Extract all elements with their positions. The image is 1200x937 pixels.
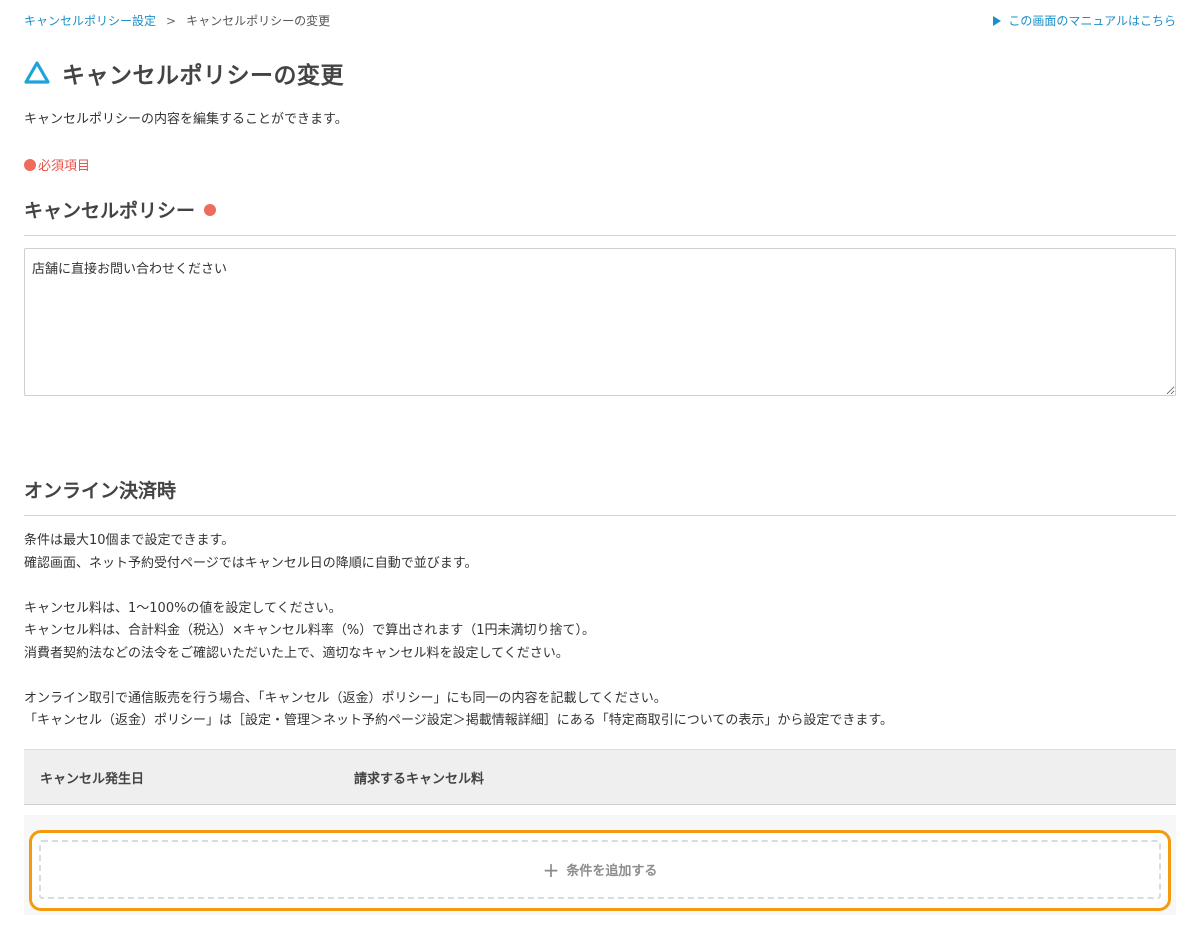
required-dot-icon — [24, 158, 36, 171]
manual-link-label: この画面のマニュアルはこちら — [1008, 14, 1176, 28]
column-header-cancel-fee: 請求するキャンセル料 — [354, 771, 485, 787]
page-title-row: キャンセルポリシーの変更 — [24, 56, 344, 90]
breadcrumb-separator: > — [166, 13, 177, 28]
plus-icon: + — [542, 857, 560, 882]
intro-text: キャンセルポリシーの内容を編集することができます。 — [24, 112, 348, 127]
desc-line: 消費者契約法などの法令をご確認いただいた上で、適切なキャンセル料を設定してくださ… — [24, 645, 569, 661]
breadcrumb-current: キャンセルポリシーの変更 — [186, 14, 331, 28]
conditions-table-header: キャンセル発生日 請求するキャンセル料 — [24, 749, 1176, 805]
triangle-logo-icon — [24, 61, 50, 84]
required-note-label: 必須項目 — [38, 159, 91, 174]
breadcrumb: キャンセルポリシー設定 > キャンセルポリシーの変更 — [24, 12, 330, 29]
online-payment-description: 条件は最大10個まで設定できます。 確認画面、ネット予約受付ページではキャンセル… — [24, 530, 893, 733]
online-payment-heading-label: オンライン決済時 — [24, 480, 177, 502]
desc-line: オンライン取引で通信販売を行う場合、「キャンセル（返金）ポリシー」にも同一の内容… — [24, 690, 667, 706]
cancel-policy-heading: キャンセルポリシー — [24, 196, 1176, 236]
play-triangle-icon — [993, 15, 1002, 26]
page-title: キャンセルポリシーの変更 — [62, 63, 344, 89]
desc-line: キャンセル料は、合計料金（税込）×キャンセル料率（%）で算出されます（1円未満切… — [24, 623, 596, 638]
column-header-cancel-date: キャンセル発生日 — [40, 771, 145, 787]
cancel-policy-heading-label: キャンセルポリシー — [24, 200, 196, 222]
breadcrumb-cancel-policy-settings[interactable]: キャンセルポリシー設定 — [24, 12, 156, 29]
add-condition-label: 条件を追加する — [566, 864, 658, 879]
desc-line: キャンセル料は、1〜100%の値を設定してください。 — [24, 600, 342, 616]
online-payment-heading: オンライン決済時 — [24, 476, 1176, 516]
add-condition-button[interactable]: + 条件を追加する — [39, 840, 1161, 899]
desc-line: 条件は最大10個まで設定できます。 — [24, 533, 235, 548]
desc-line: 確認画面、ネット予約受付ページではキャンセル日の降順に自動で並びます。 — [24, 555, 478, 571]
manual-link[interactable]: この画面のマニュアルはこちら — [993, 12, 1176, 29]
cancel-policy-textarea[interactable]: 店舗に直接お問い合わせください — [24, 248, 1176, 396]
required-note: 必須項目 — [24, 155, 90, 174]
desc-line: 「キャンセル（返金）ポリシー」は［設定・管理＞ネット予約ページ設定＞掲載情報詳細… — [24, 713, 894, 728]
required-dot-icon — [204, 203, 217, 216]
